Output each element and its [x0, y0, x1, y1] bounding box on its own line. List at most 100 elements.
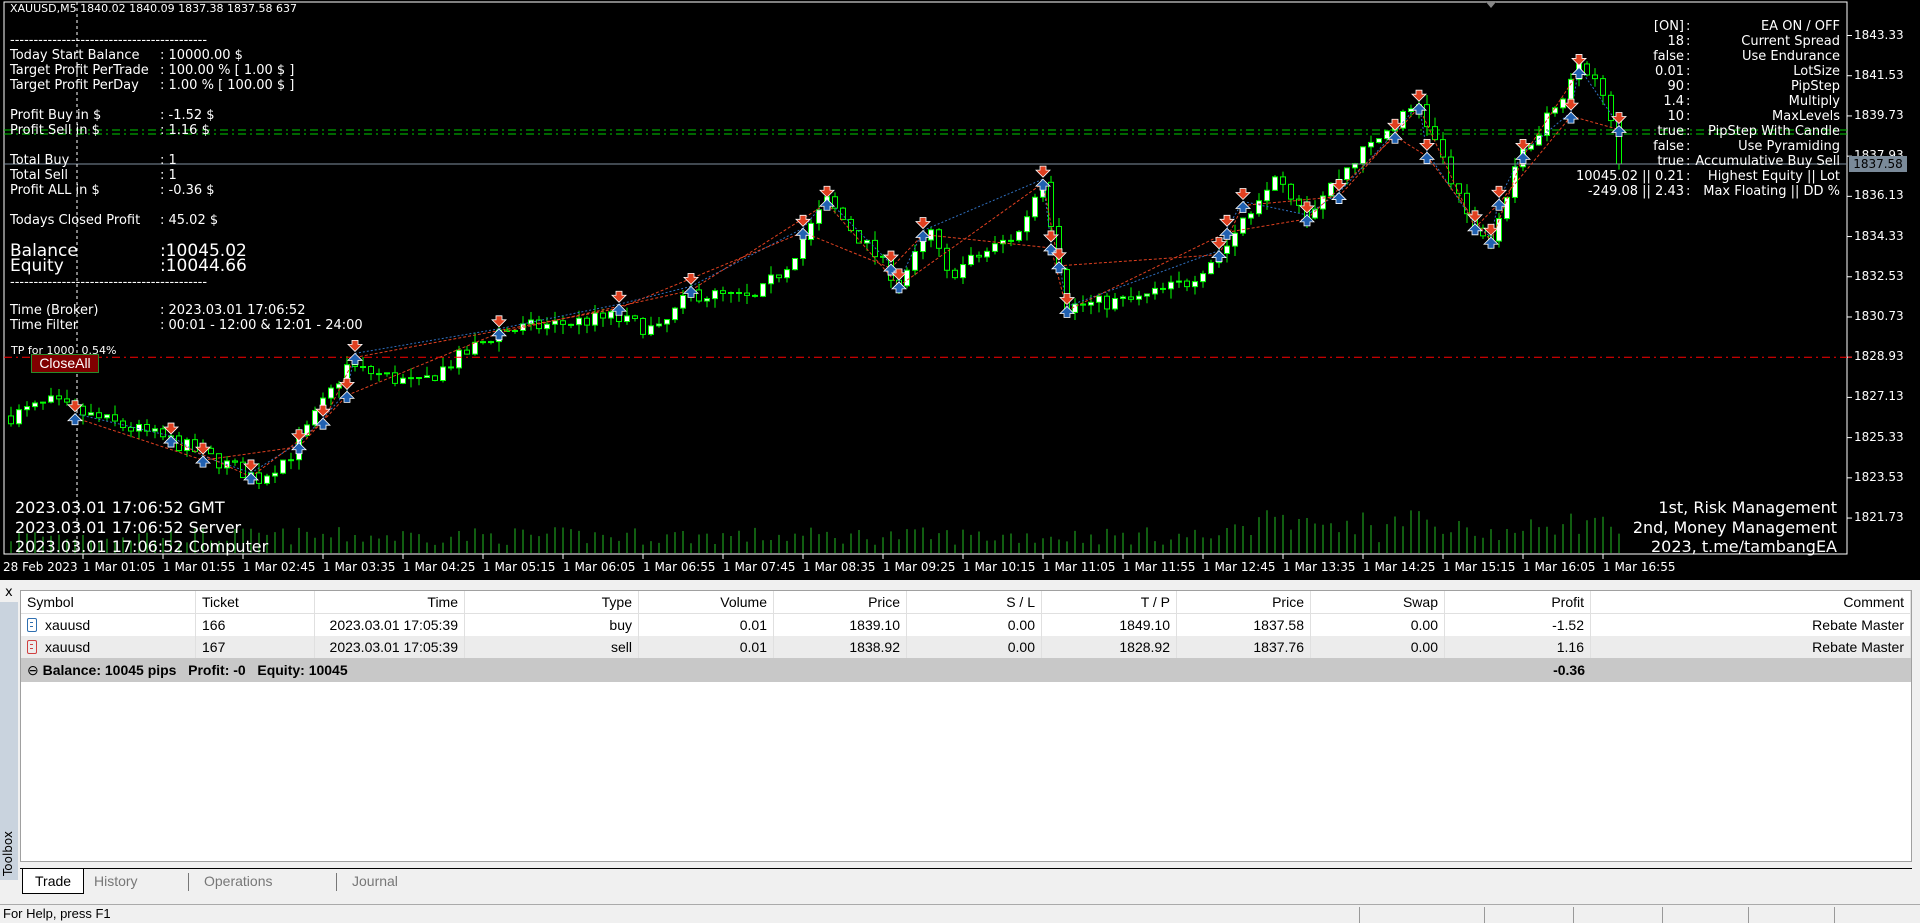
buy-arrow-icon[interactable] — [315, 417, 331, 430]
buy-arrow-icon[interactable] — [1235, 200, 1251, 213]
sell-arrow-icon[interactable] — [1411, 89, 1427, 102]
column-header-tp[interactable]: T / P — [1042, 591, 1177, 613]
sell-arrow-icon[interactable] — [1419, 138, 1435, 151]
buy-arrow-icon[interactable] — [347, 352, 363, 365]
candle-bull — [656, 323, 662, 327]
setting-label: Use Endurance — [1741, 49, 1840, 64]
sell-connector — [618, 231, 804, 309]
panel-label: Target Profit PerDay — [10, 78, 139, 93]
candle-bear — [856, 230, 862, 244]
tab-operations[interactable]: Operations — [192, 869, 284, 894]
candle-bull — [768, 274, 774, 285]
candle-bull — [672, 307, 678, 321]
panel-label: Total Buy — [10, 153, 70, 168]
candle-bull — [704, 298, 710, 302]
sell-arrow-icon[interactable] — [1035, 165, 1051, 178]
column-header-symbol[interactable]: Symbol — [21, 591, 196, 613]
column-header-volume[interactable]: Volume — [639, 591, 774, 613]
sell-arrow-icon[interactable] — [1467, 210, 1483, 223]
cell-price: 1839.10 — [774, 614, 907, 636]
sell-arrow-icon[interactable] — [1299, 201, 1315, 214]
candle-bear — [368, 366, 374, 375]
column-header-profit[interactable]: Profit — [1445, 591, 1591, 613]
sell-arrow-icon[interactable] — [347, 339, 363, 352]
buy-arrow-icon[interactable] — [163, 435, 179, 448]
buy-arrow-icon[interactable] — [1483, 236, 1499, 249]
candle-bear — [776, 274, 782, 279]
tab-journal[interactable]: Journal — [340, 869, 410, 894]
sell-arrow-icon[interactable] — [819, 185, 835, 198]
time-tick-label: 1 Mar 15:15 — [1443, 560, 1516, 574]
buy-arrow-icon[interactable] — [915, 229, 931, 242]
candle-bear — [160, 428, 166, 438]
candle-bull — [624, 315, 630, 323]
column-header-time[interactable]: Time — [315, 591, 465, 613]
price-tick-label: 1834.33 — [1854, 228, 1904, 243]
buy-arrow-icon[interactable] — [891, 281, 907, 294]
column-header-ticket[interactable]: Ticket — [196, 591, 315, 613]
sell-arrow-icon[interactable] — [339, 377, 355, 390]
column-header-swap[interactable]: Swap — [1311, 591, 1445, 613]
tab-history[interactable]: History — [82, 869, 150, 894]
toolbox-side-label[interactable]: Toolbox — [0, 602, 18, 880]
buy-arrow-icon[interactable] — [291, 442, 307, 455]
sell-arrow-icon[interactable] — [67, 400, 83, 413]
sell-arrow-icon[interactable] — [883, 250, 899, 263]
panel-label: Profit Sell in $ — [10, 123, 100, 138]
buy-arrow-icon[interactable] — [1299, 214, 1315, 227]
sell-arrow-icon[interactable] — [611, 290, 627, 303]
sell-arrow-icon[interactable] — [1043, 230, 1059, 243]
credit-line-3: 2023, t.me/tambangEA — [1650, 537, 1837, 556]
setting-value: false — [1653, 139, 1684, 154]
sell-arrow-icon[interactable] — [683, 272, 699, 285]
sell-arrow-icon[interactable] — [315, 404, 331, 417]
price-chart[interactable]: XAUUSD,M5 1840.02 1840.09 1837.38 1837.5… — [0, 0, 1920, 580]
summary-row[interactable]: ⊖ Balance: 10045 pips Profit: -0 Equity:… — [21, 658, 1911, 682]
sell-arrow-icon[interactable] — [1059, 293, 1075, 306]
sell-arrow-icon[interactable] — [291, 429, 307, 442]
sell-arrow-icon[interactable] — [915, 217, 931, 230]
sell-arrow-icon[interactable] — [163, 422, 179, 435]
setting-value: 0.01 — [1655, 64, 1684, 79]
buy-arrow-icon[interactable] — [491, 328, 507, 341]
buy-arrow-icon[interactable] — [795, 227, 811, 240]
chart-shift-marker[interactable] — [1486, 2, 1496, 8]
trade-connectors — [74, 67, 1620, 478]
column-header-comment[interactable]: Comment — [1591, 591, 1911, 613]
sell-arrow-icon[interactable] — [491, 315, 507, 328]
close-all-button[interactable]: CloseAll — [31, 354, 99, 373]
sell-arrow-icon[interactable] — [1483, 223, 1499, 236]
sell-connector — [922, 234, 1052, 249]
tab-trade[interactable]: Trade — [22, 869, 85, 894]
buy-arrow-icon[interactable] — [1331, 191, 1347, 204]
collapse-icon[interactable]: ⊖ — [27, 662, 43, 678]
time-tick-label: 1 Mar 02:45 — [243, 560, 316, 574]
candle-bear — [1080, 303, 1086, 306]
table-row[interactable]: xauusd 167 2023.03.01 17:05:39 sell 0.01 1838… — [21, 636, 1911, 658]
sell-arrow-icon[interactable] — [1331, 179, 1347, 192]
column-header-type[interactable]: Type — [465, 591, 639, 613]
candle-bull — [512, 329, 518, 332]
sell-arrow-icon[interactable] — [195, 442, 211, 455]
setting-row: 1.4: Multiply — [1500, 94, 1840, 109]
panel-label: Equity — [10, 256, 64, 276]
buy-arrow-icon[interactable] — [1051, 261, 1067, 274]
close-icon[interactable]: x — [5, 585, 13, 600]
buy-arrow-icon[interactable] — [1467, 223, 1483, 236]
sell-connector — [322, 357, 356, 423]
column-header-price[interactable]: Price — [1177, 591, 1311, 613]
time-tick-label: 1 Mar 06:55 — [643, 560, 716, 574]
panel-value: : 10000.00 $ — [160, 48, 243, 63]
sell-arrow-icon[interactable] — [243, 459, 259, 472]
cell-swap: 0.00 — [1311, 636, 1445, 658]
table-row[interactable]: xauusd 166 2023.03.01 17:05:39 buy 0.01 1839.… — [21, 614, 1911, 636]
sell-arrow-icon[interactable] — [1219, 214, 1235, 227]
time-tick-label: 1 Mar 16:55 — [1603, 560, 1676, 574]
buy-arrow-icon[interactable] — [1419, 151, 1435, 164]
sell-arrow-icon[interactable] — [1235, 188, 1251, 201]
candle-bear — [696, 289, 702, 302]
column-header-sl[interactable]: S / L — [907, 591, 1042, 613]
setting-value: 10045.02 || 0.21 — [1576, 169, 1684, 184]
sell-arrow-icon[interactable] — [795, 214, 811, 227]
column-header-price[interactable]: Price — [774, 591, 907, 613]
